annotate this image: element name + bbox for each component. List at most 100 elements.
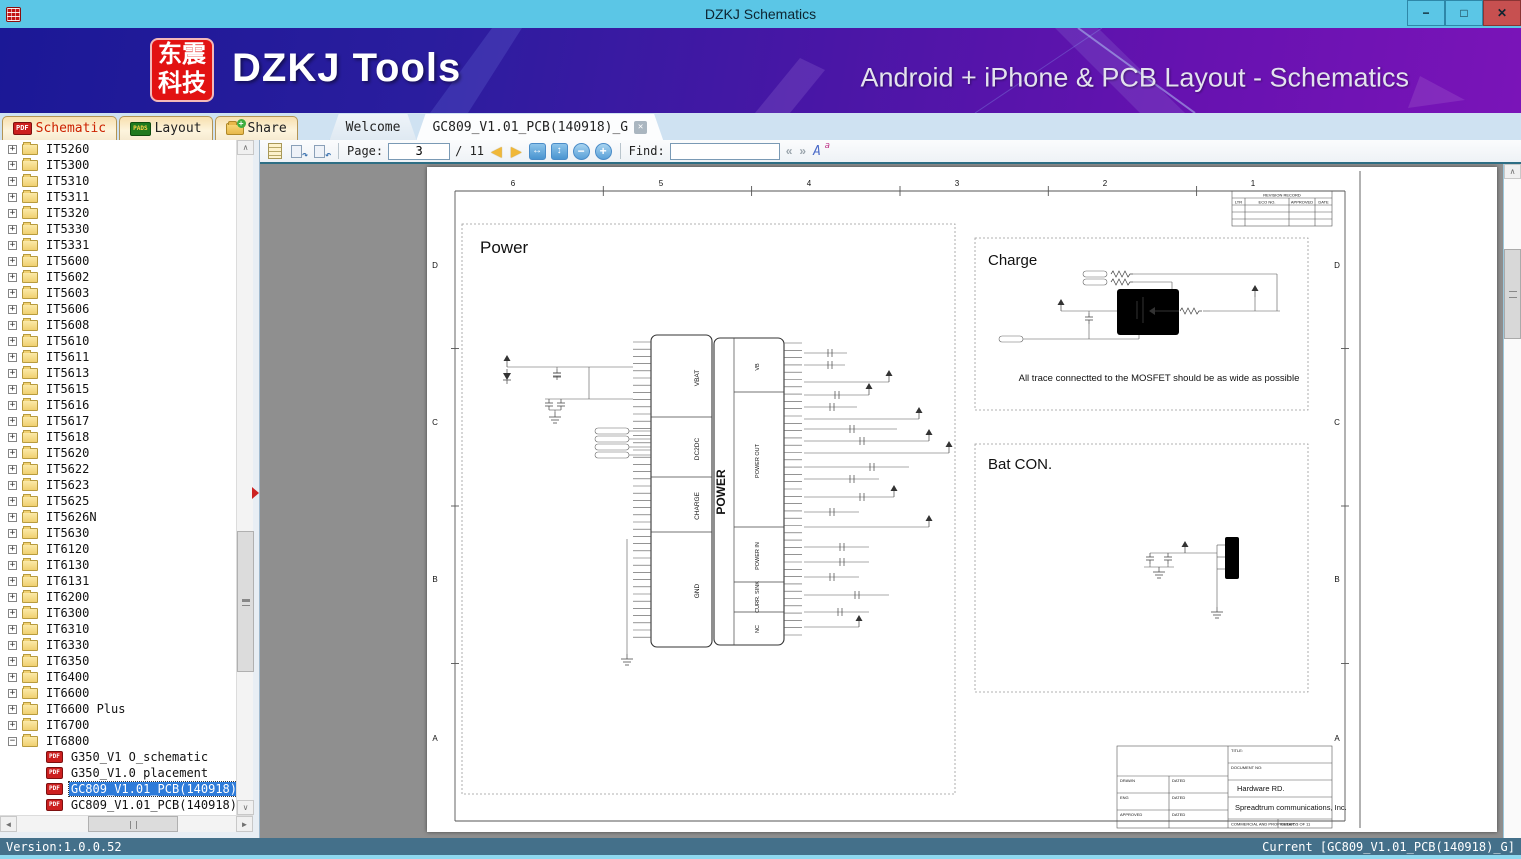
- prev-page-button[interactable]: ◀: [489, 143, 504, 160]
- expand-toggle-icon[interactable]: +: [8, 208, 17, 218]
- find-prev-button[interactable]: «: [785, 144, 794, 158]
- tree-item[interactable]: + IT5613: [0, 365, 236, 381]
- expand-toggle-icon[interactable]: +: [8, 592, 17, 602]
- tree-item[interactable]: + IT5610: [0, 333, 236, 349]
- tree-item[interactable]: + IT5300: [0, 157, 236, 173]
- find-input[interactable]: [669, 142, 780, 160]
- expand-toggle-icon[interactable]: +: [8, 512, 17, 522]
- tree-item[interactable]: + IT6600: [0, 685, 236, 701]
- tree-item[interactable]: + IT5617: [0, 413, 236, 429]
- expand-toggle-icon[interactable]: +: [8, 432, 17, 442]
- sidebar-horizontal-scrollbar[interactable]: ◄ ►: [0, 815, 253, 832]
- fit-page-button[interactable]: ↕: [550, 142, 568, 160]
- expand-toggle-icon[interactable]: +: [8, 240, 17, 250]
- expand-toggle-icon[interactable]: +: [8, 192, 17, 202]
- expand-toggle-icon[interactable]: +: [8, 272, 17, 282]
- find-next-button[interactable]: »: [798, 144, 807, 158]
- expand-toggle-icon[interactable]: +: [8, 496, 17, 506]
- tree-item[interactable]: PDF GC809_V1.01_PCB(140918)_G: [0, 781, 236, 797]
- close-button[interactable]: ✕: [1483, 0, 1521, 26]
- expand-toggle-icon[interactable]: +: [8, 576, 17, 586]
- expand-toggle-icon[interactable]: +: [8, 448, 17, 458]
- expand-toggle-icon[interactable]: +: [8, 464, 17, 474]
- viewer-vertical-scrollbar[interactable]: ∧: [1503, 164, 1521, 838]
- expand-toggle-icon[interactable]: +: [8, 720, 17, 730]
- scroll-up-icon[interactable]: ∧: [1504, 164, 1521, 179]
- tree-item[interactable]: + IT5260: [0, 141, 236, 157]
- scrollbar-thumb-horizontal[interactable]: [88, 816, 178, 832]
- tree-item[interactable]: + IT5611: [0, 349, 236, 365]
- expand-toggle-icon[interactable]: −: [8, 736, 17, 746]
- sidebar-vertical-scrollbar[interactable]: ∧ ∨: [236, 140, 254, 815]
- expand-toggle-icon[interactable]: +: [8, 704, 17, 714]
- zoom-in-button[interactable]: +: [594, 142, 612, 160]
- expand-toggle-icon[interactable]: +: [8, 336, 17, 346]
- tab-share[interactable]: Share: [214, 116, 298, 140]
- tree-item[interactable]: + IT6131: [0, 573, 236, 589]
- tree-item[interactable]: + IT6350: [0, 653, 236, 669]
- rotate-page-ccw-icon[interactable]: ↶: [312, 143, 331, 161]
- tree-item[interactable]: − IT6800: [0, 733, 236, 749]
- next-page-button[interactable]: ▶: [509, 143, 524, 160]
- tree-item[interactable]: + IT5600: [0, 253, 236, 269]
- tree-item[interactable]: PDF G350_V1.0 placement: [0, 765, 236, 781]
- tree-item[interactable]: + IT6300: [0, 605, 236, 621]
- tree-item[interactable]: + IT5630: [0, 525, 236, 541]
- expand-toggle-icon[interactable]: +: [8, 416, 17, 426]
- tree-item[interactable]: + IT5311: [0, 189, 236, 205]
- expand-toggle-icon[interactable]: +: [8, 304, 17, 314]
- expand-toggle-icon[interactable]: +: [8, 288, 17, 298]
- tree-item[interactable]: + IT6600 Plus: [0, 701, 236, 717]
- scroll-left-icon[interactable]: ◄: [0, 816, 17, 832]
- scroll-up-icon[interactable]: ∧: [237, 140, 254, 155]
- expand-toggle-icon[interactable]: +: [8, 384, 17, 394]
- expand-toggle-icon[interactable]: +: [8, 480, 17, 490]
- fit-width-button[interactable]: ↔: [528, 142, 546, 160]
- tree-item[interactable]: + IT5606: [0, 301, 236, 317]
- expand-toggle-icon[interactable]: +: [8, 368, 17, 378]
- tree-item[interactable]: + IT5310: [0, 173, 236, 189]
- expand-toggle-icon[interactable]: +: [8, 320, 17, 330]
- match-case-icon[interactable]: A a: [812, 141, 830, 160]
- expand-toggle-icon[interactable]: +: [8, 608, 17, 618]
- expand-toggle-icon[interactable]: +: [8, 160, 17, 170]
- tree-item[interactable]: + IT5626N: [0, 509, 236, 525]
- tab-document[interactable]: GC809_V1.01_PCB(140918)_G ✕: [416, 114, 663, 140]
- tree-item[interactable]: + IT6310: [0, 621, 236, 637]
- tree-item[interactable]: PDF G350_V1 O_schematic: [0, 749, 236, 765]
- page-input[interactable]: [388, 142, 451, 160]
- tab-schematic[interactable]: PDF Schematic: [2, 116, 118, 140]
- tree-item[interactable]: + IT6200: [0, 589, 236, 605]
- scrollbar-thumb[interactable]: [237, 531, 254, 672]
- tree-item[interactable]: + IT5615: [0, 381, 236, 397]
- tree-item[interactable]: + IT5603: [0, 285, 236, 301]
- expand-toggle-icon[interactable]: +: [8, 624, 17, 634]
- scroll-right-icon[interactable]: ►: [236, 816, 253, 832]
- tree-item[interactable]: + IT5608: [0, 317, 236, 333]
- tree-item[interactable]: + IT6330: [0, 637, 236, 653]
- expand-toggle-icon[interactable]: +: [8, 560, 17, 570]
- maximize-button[interactable]: □: [1445, 0, 1483, 26]
- expand-toggle-icon[interactable]: +: [8, 352, 17, 362]
- expand-toggle-icon[interactable]: +: [8, 256, 17, 266]
- expand-toggle-icon[interactable]: +: [8, 400, 17, 410]
- tree-item[interactable]: + IT5622: [0, 461, 236, 477]
- expand-toggle-icon[interactable]: +: [8, 640, 17, 650]
- tree-item[interactable]: + IT5620: [0, 445, 236, 461]
- tree-item[interactable]: + IT5320: [0, 205, 236, 221]
- tab-close-icon[interactable]: ✕: [634, 121, 647, 134]
- tree-item[interactable]: PDF GC809_V1.01_PCB(140918)_MARK: [0, 797, 236, 813]
- scroll-down-icon[interactable]: ∨: [237, 800, 254, 815]
- expand-toggle-icon[interactable]: +: [8, 656, 17, 666]
- minimize-button[interactable]: −: [1407, 0, 1445, 26]
- tree-item[interactable]: + IT6700: [0, 717, 236, 733]
- tree-item[interactable]: + IT6120: [0, 541, 236, 557]
- tree-item[interactable]: + IT5331: [0, 237, 236, 253]
- pdf-viewer[interactable]: 6 5 4 3 2 1 D C B A D C B A Power Charge…: [260, 164, 1521, 838]
- tree-item[interactable]: + IT6130: [0, 557, 236, 573]
- tree-item[interactable]: + IT5616: [0, 397, 236, 413]
- expand-toggle-icon[interactable]: +: [8, 528, 17, 538]
- tree-item[interactable]: + IT5330: [0, 221, 236, 237]
- tree-item[interactable]: + IT6400: [0, 669, 236, 685]
- tab-welcome[interactable]: Welcome: [330, 114, 417, 140]
